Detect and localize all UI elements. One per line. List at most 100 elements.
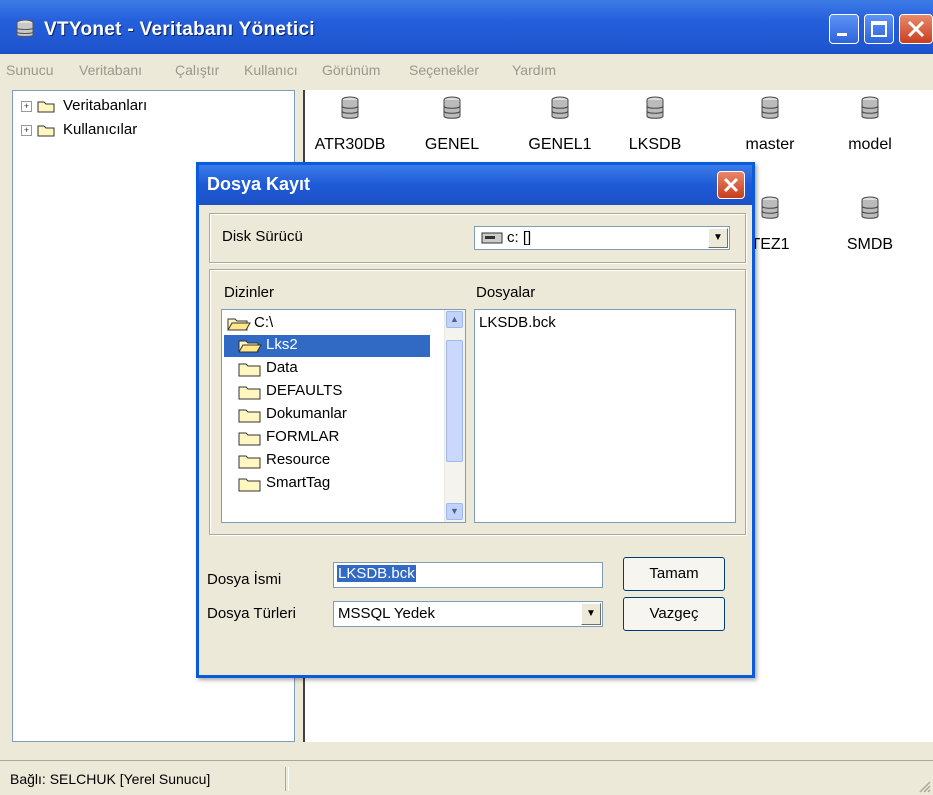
disk-dropdown[interactable]: c: [] ▼ xyxy=(474,226,730,250)
tree-item-label: Veritabanları xyxy=(63,97,148,114)
cancel-button[interactable]: Vazgeç xyxy=(623,597,725,631)
maximize-button[interactable] xyxy=(864,14,894,44)
dir-name: Lks2 xyxy=(266,336,298,353)
dialog-title: Dosya Kayıt xyxy=(207,174,311,194)
db-item-smdb[interactable]: SMDB xyxy=(825,196,915,254)
filename-value: LKSDB.bck xyxy=(337,565,416,582)
status-bar: Bağlı: SELCHUK [Yerel Sunucu] xyxy=(0,760,933,795)
db-label: model xyxy=(848,136,892,153)
db-item-lksdb[interactable]: LKSDB xyxy=(610,96,700,154)
folder-icon xyxy=(238,386,261,400)
db-label: GENEL1 xyxy=(528,136,592,153)
resize-grip-icon[interactable] xyxy=(917,779,931,793)
dir-item[interactable]: FORMLAR xyxy=(224,427,430,449)
menu-calistir[interactable]: Çalıştır xyxy=(175,62,219,78)
dialog-close-button[interactable] xyxy=(717,171,745,199)
close-button[interactable] xyxy=(899,14,933,44)
disk-panel: Disk Sürücü c: [] ▼ xyxy=(209,213,746,263)
folder-icon xyxy=(238,409,261,423)
title-bar[interactable]: VTYonet - Veritabanı Yönetici xyxy=(0,0,933,54)
open-folder-icon xyxy=(227,318,251,331)
database-icon xyxy=(761,196,779,219)
tree-item-label: Kullanıcılar xyxy=(63,121,138,138)
dropdown-arrow-icon[interactable]: ▼ xyxy=(581,603,601,625)
dir-item[interactable]: SmartTag xyxy=(224,473,430,495)
minimize-icon xyxy=(837,33,847,36)
db-label: LKSDB xyxy=(628,136,682,153)
filename-label: Dosya İsmi xyxy=(207,571,282,588)
close-icon xyxy=(723,177,739,193)
db-label: GENEL xyxy=(424,136,480,153)
menu-kullanici[interactable]: Kullanıcı xyxy=(244,62,298,78)
files-label: Dosyalar xyxy=(476,284,536,301)
dir-item-root[interactable]: C:\ xyxy=(224,313,430,335)
dir-item[interactable]: DEFAULTS xyxy=(224,381,430,403)
database-icon xyxy=(443,96,461,119)
database-icon xyxy=(861,96,879,119)
dir-name: SmartTag xyxy=(266,474,331,491)
folder-icon xyxy=(238,363,261,377)
window-title: VTYonet - Veritabanı Yönetici xyxy=(44,19,315,40)
filetype-value: MSSQL Yedek xyxy=(338,605,436,622)
dir-item[interactable]: Dokumanlar xyxy=(224,404,430,426)
close-icon xyxy=(907,20,925,38)
menu-veritabani[interactable]: Veritabanı xyxy=(79,62,142,78)
maximize-icon xyxy=(871,21,887,37)
directory-scrollbar[interactable]: ▲ ▼ xyxy=(444,310,465,522)
dir-name: Resource xyxy=(266,451,331,468)
disk-label: Disk Sürücü xyxy=(222,228,303,245)
dir-item-selected[interactable]: Lks2 xyxy=(224,335,430,357)
save-file-dialog: Dosya Kayıt Disk Sürücü c: [] ▼ Dizinler… xyxy=(196,162,755,678)
db-item-model[interactable]: model xyxy=(825,96,915,154)
open-folder-icon xyxy=(238,340,262,353)
database-icon xyxy=(341,96,359,119)
folder-icon xyxy=(238,432,261,446)
dialog-title-bar[interactable]: Dosya Kayıt xyxy=(199,165,752,205)
menu-secenekler[interactable]: Seçenekler xyxy=(409,62,479,78)
db-item-atr30db[interactable]: ATR30DB xyxy=(305,96,395,154)
expand-icon[interactable]: + xyxy=(21,125,32,136)
ok-button[interactable]: Tamam xyxy=(623,557,725,591)
filename-input[interactable]: LKSDB.bck xyxy=(333,562,603,588)
dir-name: Dokumanlar xyxy=(266,405,347,422)
database-icon xyxy=(551,96,569,119)
filetype-dropdown[interactable]: MSSQL Yedek ▼ xyxy=(333,601,603,627)
menu-gorunum[interactable]: Görünüm xyxy=(322,62,380,78)
db-item-genel[interactable]: GENEL xyxy=(407,96,497,154)
dir-item[interactable]: Data xyxy=(224,358,430,380)
database-icon xyxy=(16,19,34,37)
filetype-label: Dosya Türleri xyxy=(207,605,296,622)
status-divider xyxy=(285,767,289,791)
directory-list: C:\ Lks2 Data DEFAULTS Dokumanlar FORMLA… xyxy=(221,309,466,523)
dir-item[interactable]: Resource xyxy=(224,450,430,472)
expand-icon[interactable]: + xyxy=(21,101,32,112)
file-item[interactable]: LKSDB.bck xyxy=(479,314,556,331)
db-item-master[interactable]: master xyxy=(725,96,815,154)
database-icon xyxy=(761,96,779,119)
scroll-up-icon[interactable]: ▲ xyxy=(446,311,463,328)
folder-icon xyxy=(37,125,55,137)
minimize-button[interactable] xyxy=(829,14,859,44)
dir-name: FORMLAR xyxy=(266,428,340,445)
menu-bar: Sunucu Veritabanı Çalıştır Kullanıcı Gör… xyxy=(0,58,933,84)
file-list: LKSDB.bck xyxy=(474,309,736,523)
dir-name: Data xyxy=(266,359,298,376)
database-icon xyxy=(861,196,879,219)
menu-yardim[interactable]: Yardım xyxy=(512,62,556,78)
folder-icon xyxy=(238,455,261,469)
db-item-genel1[interactable]: GENEL1 xyxy=(515,96,605,154)
dirs-label: Dizinler xyxy=(224,284,275,301)
menu-sunucu[interactable]: Sunucu xyxy=(6,62,53,78)
folder-icon xyxy=(37,101,55,113)
dir-name: DEFAULTS xyxy=(266,382,343,399)
dropdown-arrow-icon[interactable]: ▼ xyxy=(708,228,728,248)
folder-icon xyxy=(238,478,261,492)
scroll-down-icon[interactable]: ▼ xyxy=(446,503,463,520)
database-icon xyxy=(646,96,664,119)
dir-name: C:\ xyxy=(254,314,274,331)
db-label: ATR30DB xyxy=(314,136,386,153)
app-window: VTYonet - Veritabanı Yönetici Sunucu Ver… xyxy=(0,0,933,795)
db-label: SMDB xyxy=(846,236,894,253)
scroll-thumb[interactable] xyxy=(446,340,463,462)
status-text: Bağlı: SELCHUK [Yerel Sunucu] xyxy=(10,771,211,787)
